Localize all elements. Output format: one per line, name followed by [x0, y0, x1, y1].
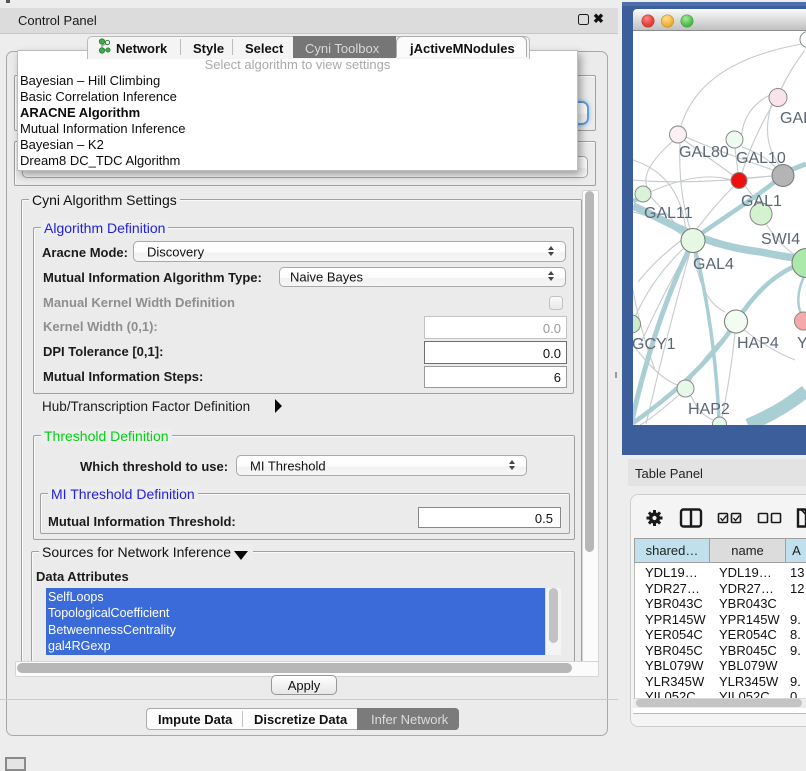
svg-text:GAL4: GAL4 [693, 256, 734, 273]
svg-text:YE: YE [797, 335, 806, 352]
svg-text:GAL2: GAL2 [780, 110, 806, 127]
svg-text:HAP4: HAP4 [737, 335, 779, 352]
svg-text:SWI4: SWI4 [761, 231, 800, 248]
svg-text:GAL10: GAL10 [736, 150, 786, 167]
svg-text:GAL80: GAL80 [679, 144, 729, 161]
svg-text:HAP2: HAP2 [688, 401, 730, 418]
svg-text:GAL1: GAL1 [741, 193, 782, 210]
svg-text:GCY1: GCY1 [633, 336, 676, 353]
svg-text:GAL11: GAL11 [644, 205, 693, 222]
